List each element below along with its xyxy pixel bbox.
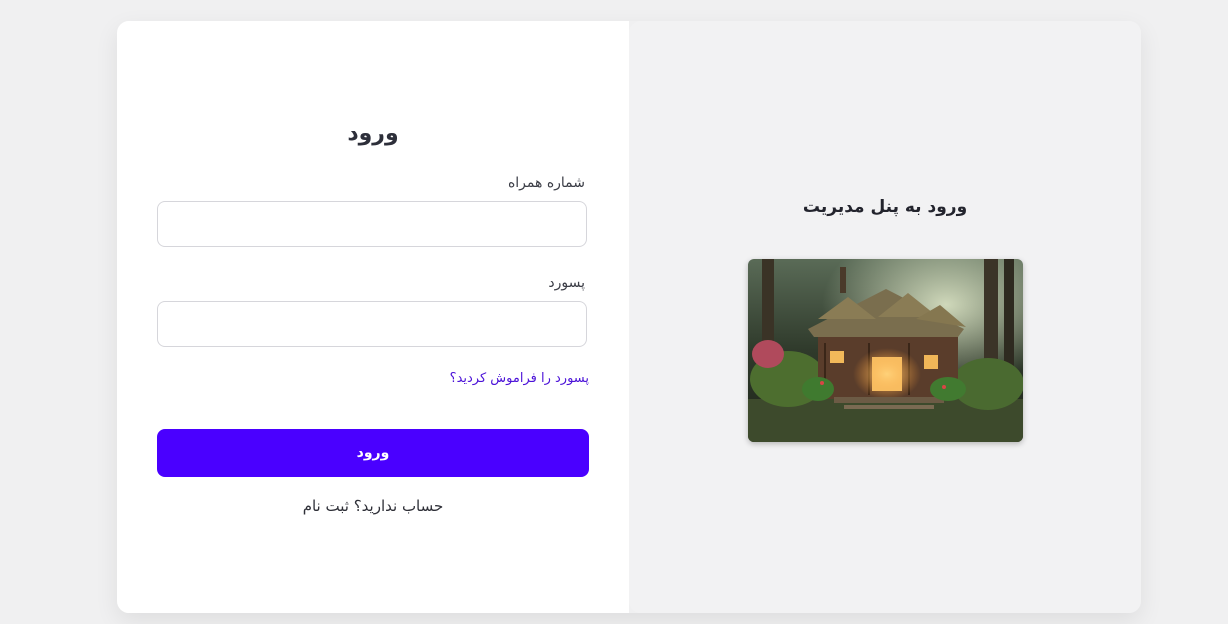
register-row: حساب ندارید؟ ثبت نام [117,497,629,515]
panel-info-pane: ورود به پنل مدیریت [629,21,1141,613]
cottage-image [748,259,1023,442]
login-title: ورود [347,121,399,146]
login-button[interactable]: ورود [157,429,589,477]
panel-title: ورود به پنل مدیریت [802,197,968,217]
phone-label: شماره همراه [507,175,585,191]
no-account-text: حساب ندارید؟ [353,497,444,515]
login-form-pane: ورود شماره همراه پسورد پسورد را فراموش ک… [117,21,629,613]
register-link[interactable]: ثبت نام [303,497,349,515]
password-label: پسورد [548,275,585,291]
forgot-password-link[interactable]: پسورد را فراموش کردید؟ [450,371,589,386]
phone-input[interactable] [157,201,587,247]
login-card: ورود شماره همراه پسورد پسورد را فراموش ک… [117,21,1141,613]
password-input[interactable] [157,301,587,347]
